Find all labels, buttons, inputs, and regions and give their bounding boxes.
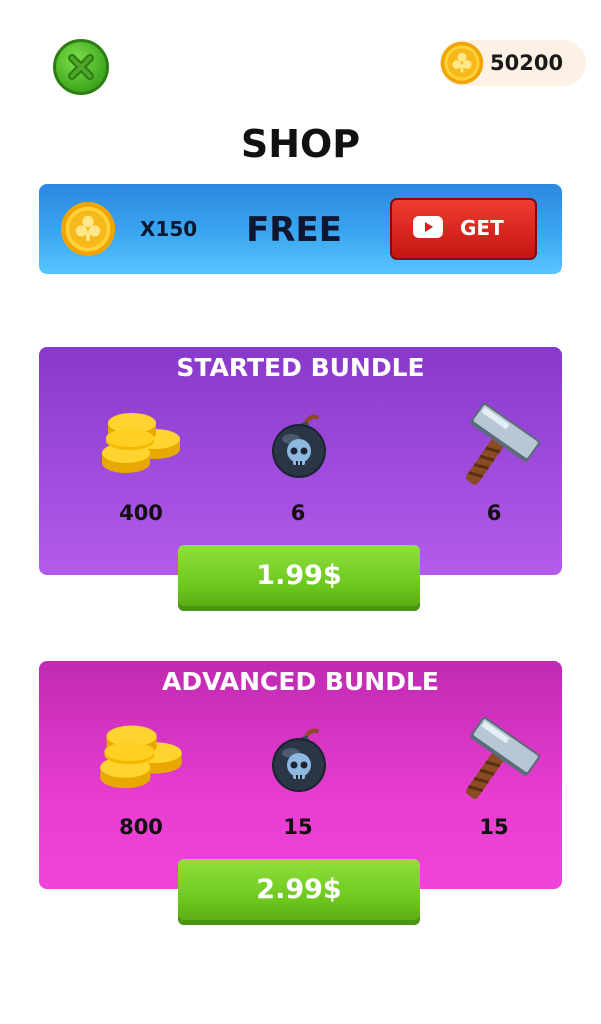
coin-stack-icon	[94, 723, 188, 797]
close-icon	[68, 54, 94, 80]
clover-coin-icon	[60, 201, 116, 257]
free-coins-quantity: X150	[140, 217, 198, 241]
free-label: FREE	[246, 210, 342, 250]
get-free-coins-button[interactable]: GET	[390, 198, 537, 260]
coin-stack-icon	[96, 411, 186, 481]
bombs-quantity: 6	[290, 501, 306, 525]
buy-starter-bundle-button[interactable]: 1.99$	[178, 545, 420, 611]
skull-bomb-icon	[265, 411, 335, 481]
clover-coin-icon	[440, 41, 484, 85]
buy-advanced-bundle-button[interactable]: 2.99$	[178, 859, 420, 925]
hammer-icon	[443, 705, 543, 805]
balance-amount: 50200	[490, 51, 564, 75]
starter-bundle-card: STARTED BUNDLE 400 6 6	[39, 347, 562, 575]
close-button[interactable]	[53, 39, 109, 95]
video-play-icon	[413, 216, 443, 238]
skull-bomb-icon	[265, 725, 335, 795]
hammer-icon	[443, 391, 543, 491]
hammers-quantity: 15	[479, 815, 509, 839]
coin-balance: 50200	[440, 40, 586, 86]
get-button-label: GET	[460, 216, 504, 240]
price-label: 2.99$	[256, 874, 342, 905]
bundle-title: STARTED BUNDLE	[176, 353, 425, 382]
advanced-bundle-card: ADVANCED BUNDLE 800 15 15	[39, 661, 562, 889]
price-label: 1.99$	[256, 560, 342, 591]
hammers-quantity: 6	[486, 501, 502, 525]
bundle-title: ADVANCED BUNDLE	[162, 667, 439, 696]
bombs-quantity: 15	[283, 815, 313, 839]
coins-quantity: 800	[119, 815, 163, 839]
coins-quantity: 400	[119, 501, 163, 525]
free-coins-banner: X150 FREE GET	[39, 184, 562, 274]
page-title: SHOP	[240, 122, 361, 166]
